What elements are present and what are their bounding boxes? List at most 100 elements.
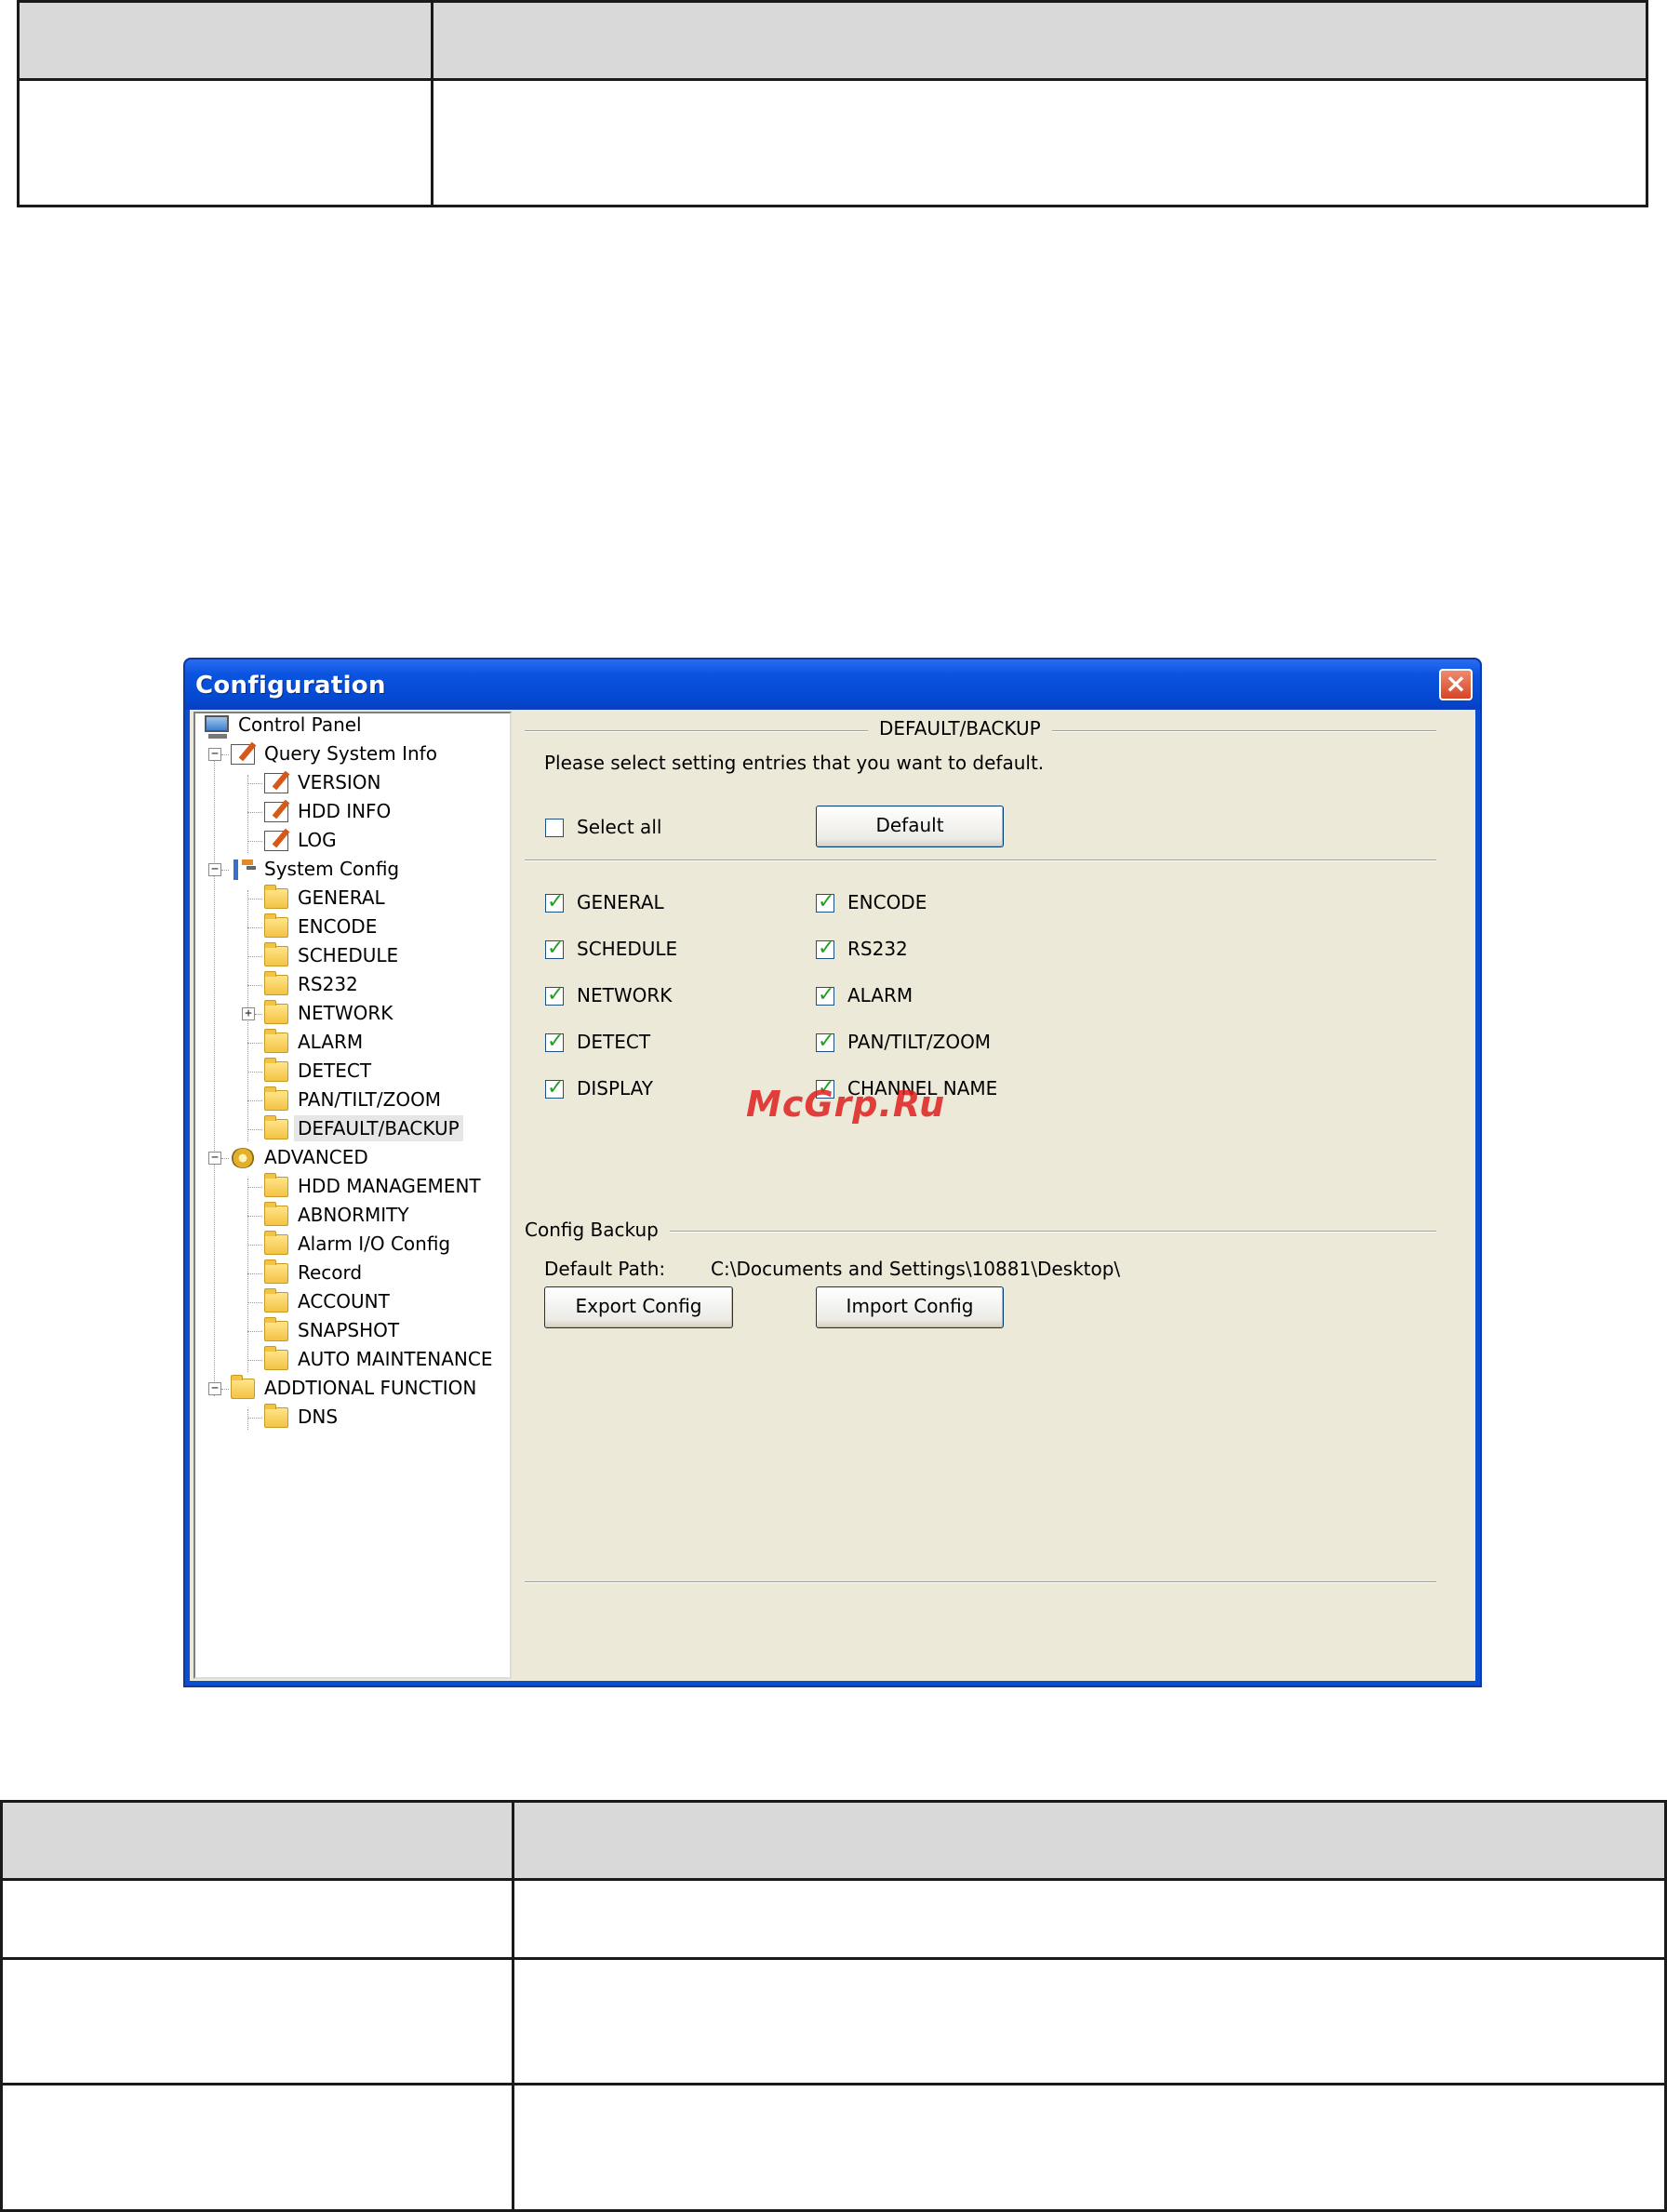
tree-connector: [247, 1187, 262, 1188]
window-title: Configuration: [195, 672, 386, 700]
tree-connector: [247, 1418, 262, 1419]
checkbox-alarm[interactable]: [816, 983, 834, 1006]
tree-item-dns[interactable]: DNS: [247, 1404, 502, 1430]
tree-item-alarm[interactable]: ALARM: [247, 1029, 502, 1055]
navigation-tree: Control Panel − Query System Info VERSION HD…: [193, 712, 512, 1679]
tree-connector: [214, 756, 215, 1396]
tree-item-label: GENERAL: [298, 886, 385, 909]
collapse-icon[interactable]: −: [208, 748, 221, 761]
tree-item-detect[interactable]: DETECT: [247, 1058, 502, 1084]
tree-connector: [247, 985, 262, 986]
default-button[interactable]: Default: [816, 806, 1004, 847]
checkbox-schedule[interactable]: [545, 937, 564, 960]
tree-connector: [247, 1245, 262, 1246]
backup-group-title: Config Backup: [513, 1219, 670, 1241]
tree-item-label: LOG: [298, 829, 337, 851]
folder-icon: [264, 1288, 288, 1313]
folder-icon: [264, 1346, 288, 1370]
checkbox-rs232[interactable]: [816, 937, 834, 960]
tree-item-label: ENCODE: [298, 915, 378, 938]
tree-item-default-backup[interactable]: DEFAULT/BACKUP: [247, 1115, 502, 1141]
checkbox-encode[interactable]: [816, 890, 834, 913]
tree-item-hdd-management[interactable]: HDD MANAGEMENT: [247, 1173, 502, 1199]
tree-item-label: Query System Info: [264, 742, 437, 765]
close-button[interactable]: ×: [1439, 669, 1473, 700]
tree-item-label: Control Panel: [238, 713, 362, 736]
import-config-button[interactable]: Import Config: [816, 1286, 1004, 1328]
tree-item-network[interactable]: + NETWORK: [242, 1000, 502, 1026]
folder-icon: [264, 1202, 288, 1226]
tree-item-label: SNAPSHOT: [298, 1319, 400, 1341]
default-path-label: Default Path:: [544, 1258, 666, 1280]
tree-item-query-system-info[interactable]: − Query System Info: [208, 740, 502, 766]
checkbox-label-schedule: SCHEDULE: [577, 938, 678, 960]
title-bar[interactable]: Configuration ×: [185, 660, 1480, 710]
tree-item-advanced[interactable]: − ADVANCED: [208, 1144, 502, 1170]
folder-icon: [264, 1404, 288, 1428]
group-divider: [525, 859, 1436, 861]
bottom-table-cell-6: [512, 2083, 1667, 2212]
tree-item-snapshot[interactable]: SNAPSHOT: [247, 1317, 502, 1343]
tree-item-addtional-function[interactable]: − ADDTIONAL FUNCTION: [208, 1375, 502, 1401]
folder-icon: [264, 1317, 288, 1341]
tree-item-label: DNS: [298, 1406, 339, 1428]
tree-connector: [247, 1043, 262, 1044]
folder-icon: [264, 1058, 288, 1082]
checkbox-network[interactable]: [545, 983, 564, 1006]
tree-item-account[interactable]: ACCOUNT: [247, 1288, 502, 1314]
collapse-icon[interactable]: −: [208, 1382, 221, 1395]
tree-item-label: ABNORMITY: [298, 1204, 409, 1226]
checkbox-detect[interactable]: [545, 1030, 564, 1053]
tree-item-alarm-i-o-config[interactable]: Alarm I/O Config: [247, 1231, 502, 1257]
checkbox-pan-tilt-zoom[interactable]: [816, 1030, 834, 1053]
tree-item-label: System Config: [264, 858, 400, 880]
tree-connector: [221, 870, 229, 871]
tree-item-encode[interactable]: ENCODE: [247, 913, 502, 939]
tree-item-schedule[interactable]: SCHEDULE: [247, 942, 502, 968]
tree-item-label: VERSION: [298, 771, 381, 793]
tree-item-label: SCHEDULE: [298, 944, 399, 966]
tree-item-label: Alarm I/O Config: [298, 1233, 451, 1255]
tree-item-auto-maintenance[interactable]: AUTO MAINTENANCE: [247, 1346, 502, 1372]
checkbox-label-alarm: ALARM: [847, 984, 914, 1006]
tree-item-rs232[interactable]: RS232: [247, 971, 502, 997]
tree-item-hdd-info[interactable]: HDD INFO: [247, 798, 502, 824]
doc-icon: [264, 831, 288, 851]
bottom-table-cell-3: [0, 1957, 514, 2085]
bottom-table: [0, 1800, 1667, 2212]
folder-icon: [264, 1231, 288, 1255]
checkbox-display[interactable]: [545, 1076, 564, 1099]
gear-icon: [231, 1148, 255, 1168]
group-title: DEFAULT/BACKUP: [868, 717, 1052, 740]
export-config-button[interactable]: Export Config: [544, 1286, 733, 1328]
folder-icon: [231, 1375, 255, 1399]
tree-connector: [247, 1273, 262, 1274]
tree-item-pan-tilt-zoom[interactable]: PAN/TILT/ZOOM: [247, 1086, 502, 1113]
tree-connector: [247, 1072, 262, 1073]
tree-item-record[interactable]: Record: [247, 1259, 502, 1286]
tree-item-system-config[interactable]: − System Config: [208, 856, 502, 882]
tree-connector: [247, 1216, 262, 1217]
folder-icon: [264, 885, 288, 909]
tree-item-label: HDD INFO: [298, 800, 392, 822]
checkbox-label-general: GENERAL: [577, 891, 664, 913]
collapse-icon[interactable]: −: [208, 863, 221, 876]
tree-item-label: ADVANCED: [264, 1146, 368, 1168]
top-table-cell-1: [17, 78, 433, 207]
collapse-icon[interactable]: −: [208, 1152, 221, 1165]
tree-item-log[interactable]: LOG: [247, 827, 502, 853]
folder-icon: [264, 971, 288, 995]
folder-icon: [264, 1000, 288, 1024]
expand-icon[interactable]: +: [242, 1007, 255, 1020]
select-all-checkbox[interactable]: [545, 819, 564, 837]
checkbox-label-detect: DETECT: [577, 1031, 651, 1053]
doc-icon: [231, 744, 255, 765]
top-table-header-cell-1: [17, 0, 433, 81]
tree-item-abnormity[interactable]: ABNORMITY: [247, 1202, 502, 1228]
tree-item-version[interactable]: VERSION: [247, 769, 502, 795]
tree-item-label: RS232: [298, 973, 358, 995]
checkbox-general[interactable]: [545, 890, 564, 913]
bottom-table-cell-2: [512, 1878, 1667, 1960]
tree-item-general[interactable]: GENERAL: [247, 885, 502, 911]
tree-item-control-panel[interactable]: Control Panel: [205, 712, 502, 739]
